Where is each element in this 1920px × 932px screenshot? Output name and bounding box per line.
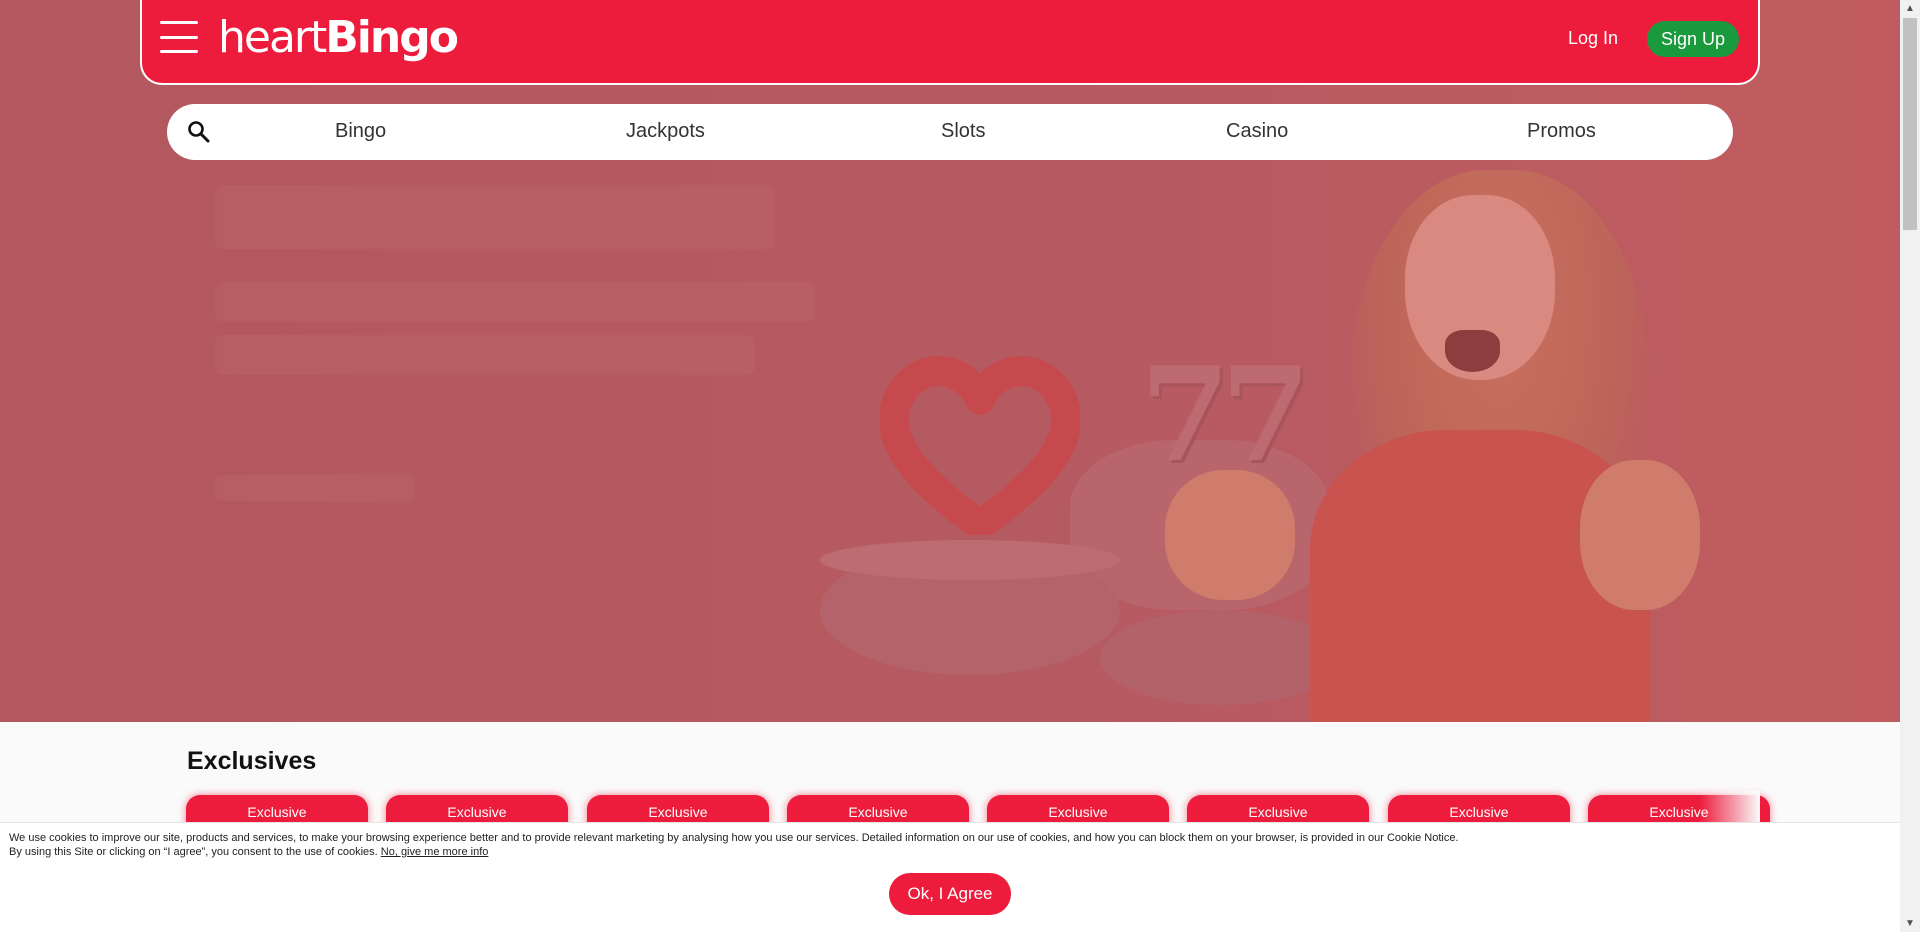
hero-subtitle-placeholder-2	[215, 335, 755, 375]
podium-left-top	[820, 540, 1120, 580]
heart-icon	[880, 356, 1080, 535]
nav-item-casino[interactable]: Casino	[1226, 120, 1288, 143]
page-scrollbar[interactable]: ▲ ▼	[1900, 0, 1920, 932]
cookie-notice-line1: We use cookies to improve our site, prod…	[9, 832, 1459, 844]
cookie-banner: We use cookies to improve our site, prod…	[0, 822, 1900, 932]
logo-text-heart: heart	[218, 12, 327, 63]
nav-item-promos[interactable]: Promos	[1527, 120, 1596, 143]
cookie-agree-button[interactable]: Ok, I Agree	[889, 873, 1011, 915]
nav-item-slots[interactable]: Slots	[941, 120, 985, 143]
logo-text-bingo: Bingo	[325, 12, 459, 63]
nav-item-bingo[interactable]: Bingo	[335, 120, 386, 143]
nav-item-jackpots[interactable]: Jackpots	[626, 120, 705, 143]
cookie-more-info-link[interactable]: No, give me more info	[381, 846, 489, 858]
search-icon[interactable]	[187, 120, 211, 144]
hero-subtitle-placeholder	[215, 282, 815, 322]
hero-terms-placeholder	[215, 475, 415, 501]
login-link[interactable]: Log In	[1568, 28, 1618, 49]
hero-title-placeholder	[215, 185, 775, 249]
signup-button[interactable]: Sign Up	[1647, 21, 1739, 57]
exclusives-heading: Exclusives	[187, 747, 317, 775]
scroll-down-arrow-icon[interactable]: ▼	[1900, 915, 1920, 932]
cookie-consent-text: By using this Site or clicking on “I agr…	[9, 846, 378, 858]
site-header: heartBingo Log In Sign Up	[140, 0, 1760, 85]
scrollbar-thumb[interactable]	[1903, 18, 1917, 230]
scroll-up-arrow-icon[interactable]: ▲	[1900, 0, 1920, 17]
cookie-notice-line2: By using this Site or clicking on “I agr…	[9, 845, 1609, 859]
cookie-notice-text: We use cookies to improve our site, prod…	[9, 831, 1609, 859]
hero-woman-image	[1165, 160, 1740, 722]
main-nav: Bingo Jackpots Slots Casino Promos	[167, 104, 1733, 160]
site-logo[interactable]: heartBingo	[218, 12, 459, 63]
hamburger-menu-icon[interactable]	[160, 21, 198, 53]
